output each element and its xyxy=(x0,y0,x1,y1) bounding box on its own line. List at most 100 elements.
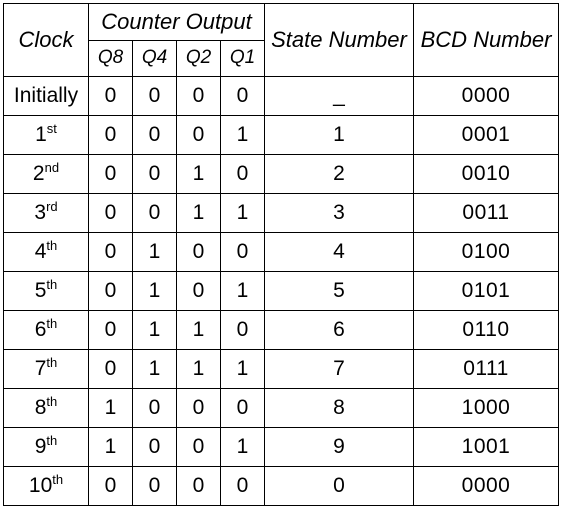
cell-q2: 1 xyxy=(176,193,221,233)
cell-q1: 0 xyxy=(220,388,265,428)
cell-q4: 0 xyxy=(132,193,177,233)
cell-q1: 1 xyxy=(220,193,265,233)
clock-ordinal-suffix: th xyxy=(46,394,58,409)
cell-q1: 0 xyxy=(220,232,265,272)
clock-ordinal-suffix: th xyxy=(46,355,58,370)
cell-bcd-number: 0111 xyxy=(413,349,559,389)
clock-label: 7 xyxy=(34,357,47,380)
cell-q2: 0 xyxy=(176,76,221,116)
cell-q8: 0 xyxy=(88,466,133,506)
cell-clock: 7th xyxy=(3,349,89,389)
table-row: 1st 0 0 0 1 1 0001 xyxy=(3,115,559,155)
cell-q8: 1 xyxy=(88,427,133,467)
cell-state-number: _ xyxy=(264,76,414,116)
cell-clock: 1st xyxy=(3,115,89,155)
cell-q4: 1 xyxy=(132,232,177,272)
cell-clock: 4th xyxy=(3,232,89,272)
cell-q2: 0 xyxy=(176,115,221,155)
bcd-counter-truth-table: Clock Counter Output State Number BCD Nu… xyxy=(3,3,559,506)
cell-q4: 1 xyxy=(132,349,177,389)
cell-q2: 0 xyxy=(176,388,221,428)
cell-bcd-number: 0011 xyxy=(413,193,559,233)
header-clock: Clock xyxy=(3,3,89,77)
cell-q2: 0 xyxy=(176,232,221,272)
page-container: Clock Counter Output State Number BCD Nu… xyxy=(0,0,562,506)
cell-state-number: 8 xyxy=(264,388,414,428)
cell-bcd-number: 0001 xyxy=(413,115,559,155)
cell-bcd-number: 1000 xyxy=(413,388,559,428)
clock-label: 5 xyxy=(34,279,47,302)
header-q8: Q8 xyxy=(88,39,133,77)
header-counter-output: Counter Output xyxy=(88,3,265,41)
cell-state-number: 5 xyxy=(264,271,414,311)
cell-q8: 0 xyxy=(88,349,133,389)
cell-q8: 0 xyxy=(88,115,133,155)
cell-clock: 2nd xyxy=(3,154,89,194)
header-state-number: State Number xyxy=(264,3,414,77)
cell-q2: 0 xyxy=(176,466,221,506)
clock-label: 1 xyxy=(35,123,47,146)
cell-state-number: 2 xyxy=(264,154,414,194)
clock-ordinal-suffix: th xyxy=(46,433,58,448)
table-row: 9th 1 0 0 1 9 1001 xyxy=(3,427,559,467)
clock-ordinal-suffix: th xyxy=(46,277,58,292)
cell-q1: 1 xyxy=(220,427,265,467)
cell-clock: 5th xyxy=(3,271,89,311)
table-row: Initially 0 0 0 0 _ 0000 xyxy=(3,76,559,116)
cell-q2: 0 xyxy=(176,271,221,311)
clock-label: 3 xyxy=(34,201,47,224)
cell-q8: 0 xyxy=(88,271,133,311)
clock-ordinal-suffix: rd xyxy=(46,199,58,214)
cell-q8: 0 xyxy=(88,232,133,272)
clock-ordinal-suffix: nd xyxy=(44,160,60,175)
cell-bcd-number: 0010 xyxy=(413,154,559,194)
cell-q4: 0 xyxy=(132,154,177,194)
cell-q4: 0 xyxy=(132,115,177,155)
table-row: 8th 1 0 0 0 8 1000 xyxy=(3,388,559,428)
header-q2: Q2 xyxy=(176,39,221,77)
clock-label: 2 xyxy=(32,162,45,185)
cell-q1: 0 xyxy=(220,154,265,194)
cell-q1: 1 xyxy=(220,271,265,311)
cell-q1: 1 xyxy=(220,115,265,155)
cell-state-number: 0 xyxy=(264,466,414,506)
cell-state-number: 9 xyxy=(264,427,414,467)
cell-q2: 0 xyxy=(176,427,221,467)
cell-bcd-number: 0000 xyxy=(413,466,559,506)
table-row: 2nd 0 0 1 0 2 0010 xyxy=(3,154,559,194)
cell-q4: 0 xyxy=(132,427,177,467)
cell-q1: 1 xyxy=(220,349,265,389)
cell-q2: 1 xyxy=(176,154,221,194)
cell-q4: 0 xyxy=(132,388,177,428)
clock-ordinal-suffix: th xyxy=(52,472,64,487)
cell-clock: Initially xyxy=(3,76,89,116)
table-row: 4th 0 1 0 0 4 0100 xyxy=(3,232,559,272)
cell-state-number: 6 xyxy=(264,310,414,350)
header-q4: Q4 xyxy=(132,39,177,77)
cell-q1: 0 xyxy=(220,76,265,116)
clock-label: 9 xyxy=(34,435,47,458)
cell-bcd-number: 0110 xyxy=(413,310,559,350)
cell-q1: 0 xyxy=(220,310,265,350)
cell-q8: 0 xyxy=(88,154,133,194)
cell-state-number: 4 xyxy=(264,232,414,272)
table-body: Initially 0 0 0 0 _ 0000 1st 0 0 0 1 1 0001 2nd 0 0 1 0 2 00… xyxy=(3,76,559,506)
clock-ordinal-suffix: th xyxy=(46,238,58,253)
cell-q8: 0 xyxy=(88,310,133,350)
table-row: 10th 0 0 0 0 0 0000 xyxy=(3,466,559,506)
cell-clock: 9th xyxy=(3,427,89,467)
cell-q8: 1 xyxy=(88,388,133,428)
clock-label: 8 xyxy=(34,396,47,419)
cell-bcd-number: 0100 xyxy=(413,232,559,272)
cell-bcd-number: 0101 xyxy=(413,271,559,311)
header-bcd-number: BCD Number xyxy=(413,3,559,77)
cell-q2: 1 xyxy=(176,310,221,350)
cell-state-number: 3 xyxy=(264,193,414,233)
clock-label: 10 xyxy=(28,474,53,497)
clock-ordinal-suffix: th xyxy=(46,316,58,331)
cell-q8: 0 xyxy=(88,193,133,233)
cell-state-number: 7 xyxy=(264,349,414,389)
cell-clock: 10th xyxy=(3,466,89,506)
cell-clock: 3rd xyxy=(3,193,89,233)
clock-ordinal-suffix: st xyxy=(46,121,57,136)
